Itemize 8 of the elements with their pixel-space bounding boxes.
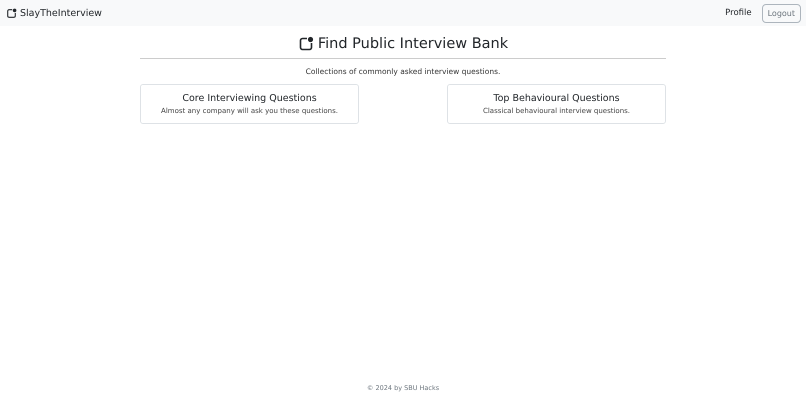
- app-logo-icon: [6, 8, 17, 18]
- card-title: Top Behavioural Questions: [493, 93, 620, 104]
- brand-link[interactable]: SlayTheInterview: [6, 8, 102, 18]
- profile-link[interactable]: Profile: [725, 8, 752, 18]
- card-title: Core Interviewing Questions: [182, 93, 317, 104]
- logout-button[interactable]: Logout: [762, 4, 801, 22]
- page-title: Find Public Interview Bank: [298, 36, 508, 52]
- app-logo-icon: [298, 36, 314, 52]
